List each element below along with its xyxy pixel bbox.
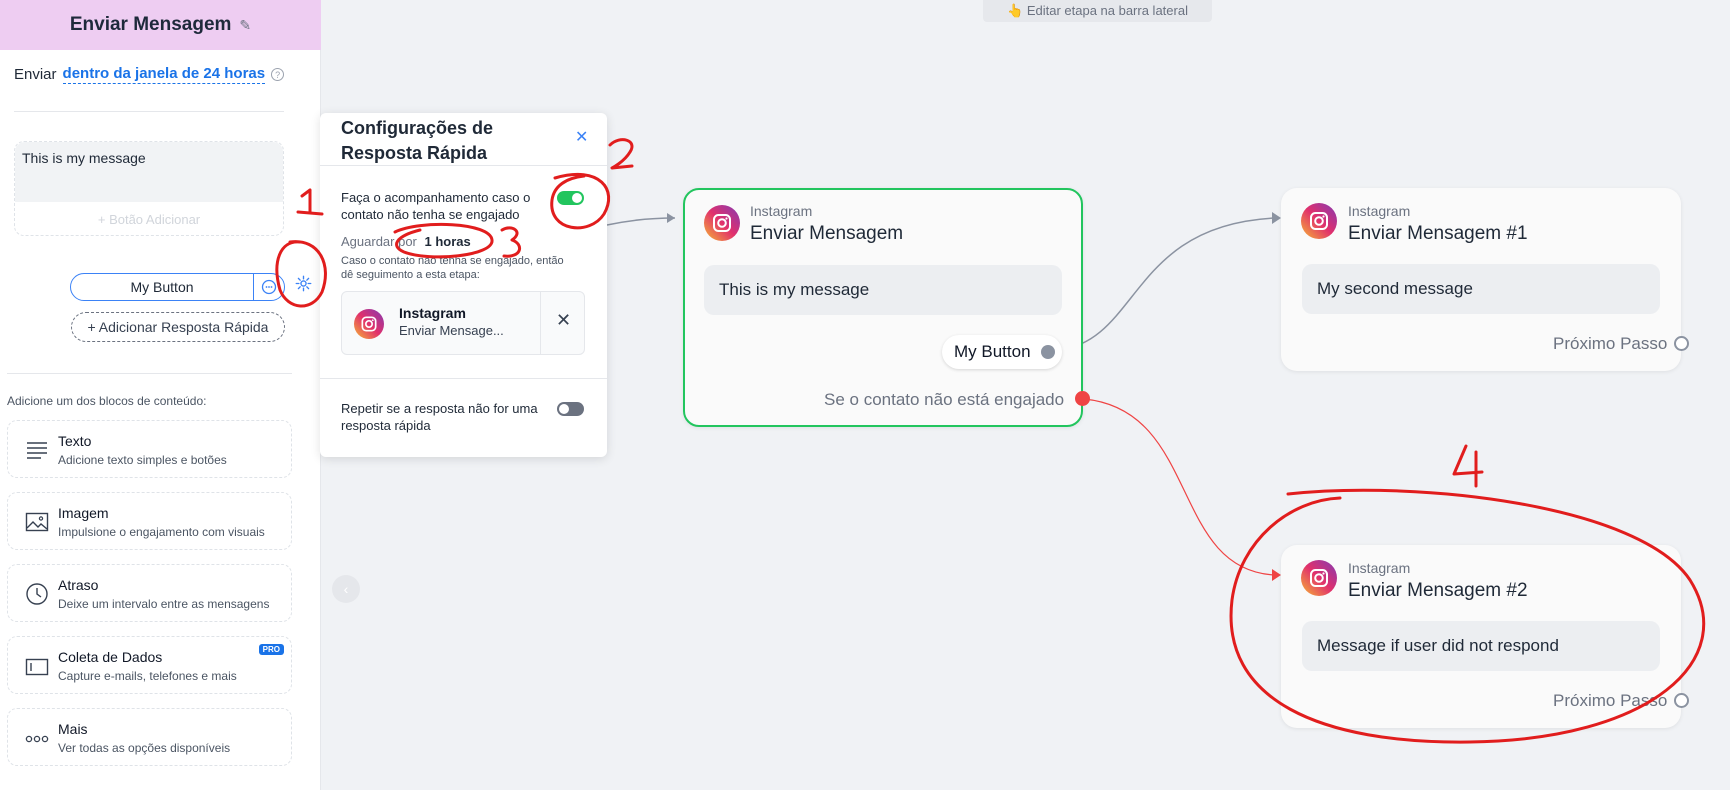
block-image[interactable]: Imagem Impulsione o engajamento com visu… (7, 492, 292, 550)
help-icon[interactable]: ? (271, 68, 285, 81)
blocks-title: Adicione um dos blocos de conteúdo: (7, 394, 207, 408)
annotation-number-2 (608, 138, 634, 170)
instagram-icon (1301, 560, 1337, 596)
connector-popover-to-main (606, 217, 676, 226)
instagram-icon (1301, 203, 1337, 239)
next-step-port[interactable] (1674, 693, 1689, 708)
linked-step-card[interactable]: Instagram Enviar Mensage... ✕ (341, 291, 585, 355)
wait-description: Caso o contato não tenha se engajado, en… (341, 255, 564, 281)
image-icon (25, 510, 49, 534)
chat-bubble-icon[interactable] (254, 279, 284, 295)
instagram-icon (704, 205, 740, 241)
repeat-label: Repetir se a resposta não for uma respos… (341, 401, 538, 433)
divider (540, 292, 541, 354)
remove-icon[interactable]: ✕ (556, 310, 571, 331)
node-message: My second message (1302, 264, 1660, 314)
node-title: Enviar Mensagem (750, 223, 904, 244)
toggle-knob (572, 193, 582, 203)
button-port[interactable] (1040, 345, 1055, 359)
add-button-link[interactable]: + Botão Adicionar (15, 212, 283, 227)
sidebar-header: Enviar Mensagem ✎ (0, 0, 321, 50)
wait-label: Aguardar por (341, 234, 417, 249)
repeat-toggle[interactable] (557, 402, 584, 416)
connector-noengage-to-third (1083, 398, 1276, 576)
block-desc: Impulsione o engajamento com visuais (58, 525, 265, 539)
quick-reply-settings-popover: Configurações de Resposta Rápida ✕ Faça … (320, 113, 607, 457)
text-lines-icon (25, 438, 49, 462)
no-engage-port[interactable] (1075, 391, 1090, 406)
block-title: Mais (58, 721, 88, 737)
node-message: Message if user did not respond (1302, 621, 1660, 671)
collapse-sidebar-button[interactable]: ‹ (332, 575, 360, 603)
node-title: Enviar Mensagem #1 (1348, 223, 1528, 244)
more-dots-icon (25, 726, 49, 750)
close-icon[interactable]: ✕ (575, 127, 588, 147)
edit-in-sidebar-hint: 👆 Editar etapa na barra lateral (983, 0, 1212, 22)
next-step-label: Próximo Passo (1553, 691, 1668, 710)
message-block[interactable]: This is my message + Botão Adicionar (14, 141, 284, 236)
block-desc: Adicione texto simples e botões (58, 453, 227, 467)
node-title: Enviar Mensagem #2 (1348, 580, 1528, 601)
follow-up-toggle[interactable] (557, 191, 584, 205)
instagram-icon (354, 309, 384, 339)
block-desc: Deixe um intervalo entre as mensagens (58, 597, 270, 611)
block-title: Atraso (58, 577, 99, 593)
node-message: This is my message (704, 265, 1062, 315)
wait-value[interactable]: 1 horas (425, 234, 471, 249)
block-data-collection[interactable]: Coleta de Dados Capture e-mails, telefon… (7, 636, 292, 694)
pro-badge: PRO (258, 644, 284, 655)
pencil-icon[interactable]: ✎ (239, 17, 251, 34)
follow-up-label: Faça o acompanhamento caso o contato não… (341, 190, 531, 222)
node-platform: Instagram (1348, 560, 1411, 576)
divider (14, 111, 284, 112)
toggle-knob (559, 404, 569, 414)
next-step-port[interactable] (1674, 336, 1689, 351)
node-button[interactable]: My Button (942, 335, 1062, 369)
next-step-label: Próximo Passo (1553, 334, 1668, 353)
quick-reply-button-label[interactable]: My Button (71, 274, 254, 300)
gear-icon[interactable] (295, 275, 312, 297)
connector-button-to-second (1058, 217, 1276, 351)
sidebar: Enviar Mensagem ✎ Enviar dentro da janel… (0, 0, 321, 790)
add-quick-reply-button[interactable]: + Adicionar Resposta Rápida (71, 312, 285, 342)
linked-step-name: Enviar Mensage... (399, 323, 504, 338)
send-label: Enviar (14, 66, 57, 83)
divider (7, 373, 292, 374)
wait-row: Aguardar por 1 horas (341, 234, 471, 249)
sidebar-title[interactable]: Enviar Mensagem (70, 14, 232, 36)
connector-arrow (667, 213, 675, 223)
flow-node-third[interactable]: Instagram Enviar Mensagem #2 Message if … (1281, 545, 1681, 728)
block-desc: Ver todas as opções disponíveis (58, 741, 231, 755)
linked-step-platform: Instagram (399, 305, 466, 321)
block-title: Texto (58, 433, 92, 449)
chevron-left-icon: ‹ (343, 581, 349, 597)
popover-title: Configurações de Resposta Rápida (341, 118, 494, 163)
divider (320, 165, 607, 166)
send-window-row: Enviar dentro da janela de 24 horas ? (14, 65, 285, 84)
message-text[interactable]: This is my message (15, 142, 283, 202)
connector-arrow (1272, 569, 1281, 581)
block-title: Coleta de Dados (58, 649, 163, 665)
no-engage-label: Se o contato não está engajado (824, 390, 1065, 409)
divider (320, 378, 607, 379)
clock-icon (25, 582, 49, 606)
node-button-label: My Button (954, 342, 1031, 361)
block-title: Imagem (58, 505, 109, 521)
flow-node-second[interactable]: Instagram Enviar Mensagem #1 My second m… (1281, 188, 1681, 371)
block-delay[interactable]: Atraso Deixe um intervalo entre as mensa… (7, 564, 292, 622)
flow-node-main[interactable]: Instagram Enviar Mensagem This is my mes… (683, 188, 1083, 427)
block-desc: Capture e-mails, telefones e mais (58, 669, 237, 683)
node-platform: Instagram (1348, 203, 1411, 219)
form-field-icon (25, 654, 49, 678)
block-more[interactable]: Mais Ver todas as opções disponíveis (7, 708, 292, 766)
send-window-link[interactable]: dentro da janela de 24 horas (62, 65, 266, 84)
connector-arrow (1272, 212, 1281, 224)
node-platform: Instagram (750, 203, 813, 219)
annotation-number-4 (1452, 444, 1484, 488)
quick-reply-button[interactable]: My Button (70, 273, 285, 301)
block-text[interactable]: Texto Adicione texto simples e botões (7, 420, 292, 478)
